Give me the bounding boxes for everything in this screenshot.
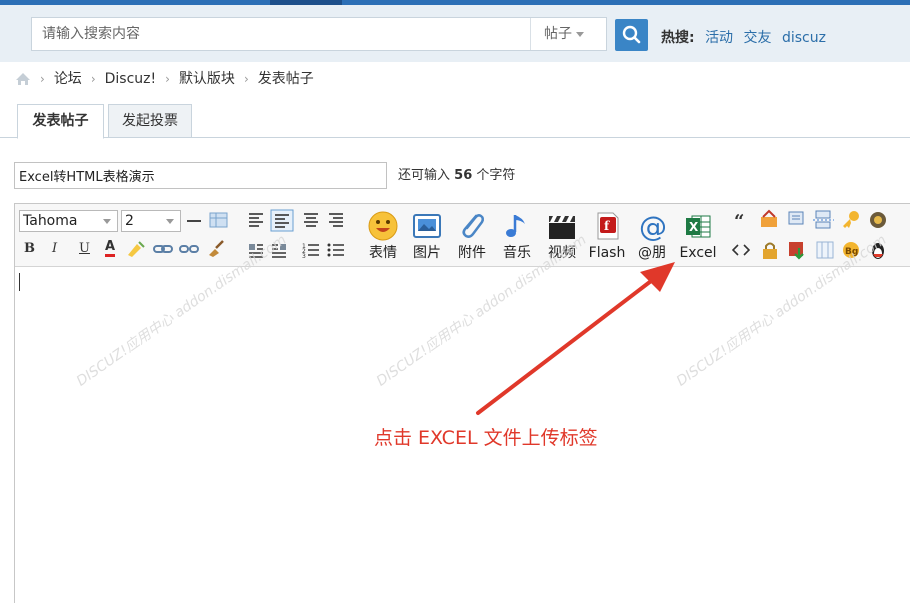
image-icon (413, 214, 441, 238)
italic-button[interactable]: I (52, 240, 57, 258)
flash-button[interactable]: f Flash (588, 210, 626, 261)
excel-icon: X (686, 215, 711, 238)
hot-link-activity[interactable]: 活动 (705, 30, 733, 46)
media-icon[interactable] (868, 210, 888, 230)
underline-button[interactable]: U (79, 240, 90, 258)
mention-button[interactable]: @ @朋 (633, 210, 671, 261)
tab-new-post[interactable]: 发表帖子 (17, 104, 104, 139)
breadcrumb-item-discuz[interactable]: Discuz! (105, 69, 157, 89)
font-family-value: Tahoma (23, 213, 78, 229)
code-icon[interactable] (732, 242, 750, 258)
svg-text:X: X (689, 220, 699, 234)
search-icon (622, 25, 641, 44)
image-label: 图片 (413, 245, 441, 261)
attachment-label: 附件 (458, 245, 486, 261)
clear-format-icon[interactable] (205, 239, 227, 259)
mention-label: @朋 (638, 245, 666, 261)
search-bar: 帖子 热搜: 活动 交友 discuz (0, 5, 910, 62)
unlink-icon[interactable] (178, 241, 200, 257)
svg-text:f: f (604, 219, 610, 233)
hot-search-label: 热搜: (661, 30, 695, 46)
music-button[interactable]: 音乐 (498, 210, 536, 261)
editor-toolbar: Tahoma 2 B I U A 123 表情 图片 附件 音乐 视频 f Fl… (15, 204, 910, 267)
breadcrumb-separator: › (165, 72, 170, 86)
font-color-button[interactable]: A (105, 239, 116, 257)
at-sign-icon: @ (639, 210, 667, 242)
hot-link-discuz[interactable]: discuz (782, 30, 826, 46)
search-type-select[interactable]: 帖子 (530, 18, 606, 50)
font-size-value: 2 (125, 213, 134, 229)
home-icon[interactable] (15, 72, 31, 86)
columns-icon[interactable] (815, 240, 835, 260)
svg-text:“: “ (734, 212, 744, 228)
flash-label: Flash (588, 245, 626, 261)
ordered-list-icon[interactable]: 123 (302, 242, 320, 258)
search-type-label: 帖子 (544, 26, 572, 42)
breadcrumb: › 论坛 › Discuz! › 默认版块 › 发表帖子 (15, 69, 314, 89)
post-type-tabs: 发表帖子 发起投票 (0, 101, 910, 139)
link-icon[interactable] (152, 241, 174, 257)
emoji-label: 表情 (369, 245, 397, 261)
search-input[interactable] (32, 18, 530, 50)
excel-label: Excel (679, 245, 717, 261)
excel-button[interactable]: X Excel (677, 210, 719, 261)
download-icon[interactable] (787, 240, 809, 260)
chevron-down-icon (103, 219, 111, 224)
counter-value: 56 (454, 168, 473, 183)
music-note-icon (506, 215, 525, 237)
breadcrumb-item-current: 发表帖子 (257, 71, 314, 87)
music-label: 音乐 (503, 245, 531, 261)
breadcrumb-item-board[interactable]: 默认版块 (179, 69, 235, 89)
breadcrumb-item-forum[interactable]: 论坛 (54, 69, 82, 89)
attachment-button[interactable]: 附件 (453, 210, 491, 261)
align-left-icon[interactable] (247, 212, 265, 228)
password-icon[interactable] (840, 209, 862, 229)
horizontal-rule-icon[interactable] (185, 212, 203, 230)
text-cursor (19, 273, 20, 291)
search-button[interactable] (615, 19, 648, 51)
table-icon[interactable] (208, 210, 230, 230)
free-icon[interactable] (758, 209, 780, 229)
annotation-text: 点击 EXCEL 文件上传标签 (374, 427, 598, 449)
hide-content-icon[interactable] (787, 210, 807, 230)
search-box: 帖子 (31, 17, 607, 51)
emoji-button[interactable]: 表情 (364, 210, 402, 261)
quote-icon[interactable]: “ (732, 212, 750, 228)
svg-text:@: @ (639, 210, 667, 242)
subject-char-counter: 还可输入 56 个字符 (398, 167, 515, 185)
tab-new-poll[interactable]: 发起投票 (108, 104, 192, 138)
counter-suffix: 个字符 (476, 168, 516, 183)
bold-button[interactable]: B (24, 240, 35, 258)
highlight-icon[interactable] (125, 240, 147, 258)
smiley-icon (368, 211, 398, 241)
unordered-list-icon[interactable] (327, 242, 345, 258)
font-family-select[interactable]: Tahoma (19, 210, 118, 232)
svg-text:3: 3 (302, 253, 306, 258)
breadcrumb-separator: › (243, 72, 249, 86)
hot-search: 热搜: 活动 交友 discuz (661, 28, 826, 48)
flash-icon: f (597, 212, 619, 240)
chevron-down-icon (166, 219, 174, 224)
breadcrumb-separator: › (90, 72, 96, 86)
page-break-icon[interactable] (812, 209, 836, 229)
chevron-down-icon (576, 31, 584, 37)
align-justify-icon[interactable] (270, 209, 294, 232)
breadcrumb-separator: › (40, 72, 45, 86)
counter-prefix: 还可输入 (398, 168, 451, 183)
paperclip-icon (462, 214, 485, 238)
subject-input[interactable] (14, 162, 387, 189)
image-button[interactable]: 图片 (408, 210, 446, 261)
hot-link-friends[interactable]: 交友 (744, 30, 772, 46)
align-center-icon[interactable] (302, 212, 320, 228)
align-right-icon[interactable] (327, 212, 345, 228)
rich-text-editor: Tahoma 2 B I U A 123 表情 图片 附件 音乐 视频 f Fl… (14, 203, 910, 604)
font-size-select[interactable]: 2 (121, 210, 181, 232)
lock-icon[interactable] (760, 240, 780, 260)
